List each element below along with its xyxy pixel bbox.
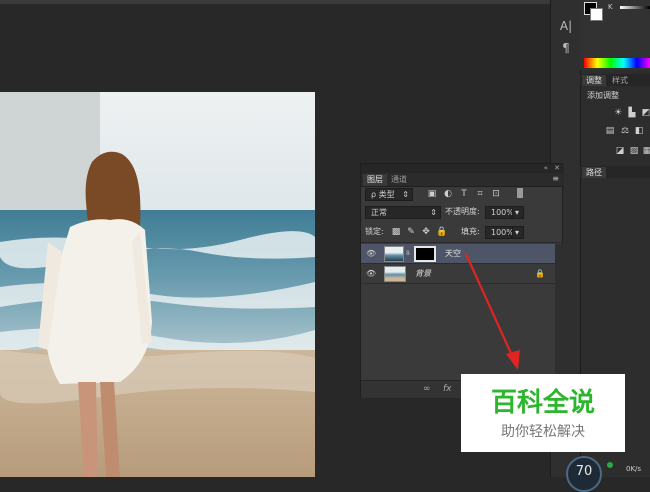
- speed-readout: 0K/s: [626, 465, 642, 473]
- type-icon[interactable]: A|: [558, 18, 574, 34]
- chevron-down-icon: ⇕: [430, 208, 437, 217]
- bw-icon[interactable]: ◧: [633, 126, 645, 136]
- curves-icon[interactable]: ◩: [640, 108, 650, 118]
- lock-all-icon[interactable]: 🔒: [436, 227, 447, 237]
- channel-letter: K: [608, 3, 613, 11]
- filter-kind-label: ρ 类型: [371, 190, 395, 199]
- adjustments-title: 添加调整: [587, 91, 619, 100]
- posterize-icon[interactable]: ▨: [628, 146, 640, 156]
- chevron-down-icon: ⇕: [402, 190, 409, 199]
- layers-tabbar: 图层 通道 ≡: [361, 173, 564, 187]
- vibrance-icon[interactable]: ▤: [604, 126, 616, 136]
- filter-kind-select[interactable]: ρ 类型 ⇕: [365, 188, 413, 201]
- k-slider[interactable]: [620, 6, 650, 9]
- blend-mode-value: 正常: [371, 208, 387, 217]
- smart-filter-icon[interactable]: ⊡: [491, 189, 501, 199]
- watermark-title: 百科全说: [490, 388, 595, 418]
- layer-mask-thumbnail[interactable]: [414, 246, 436, 262]
- panel-menu-icon[interactable]: ≡: [552, 174, 559, 183]
- text-filter-icon[interactable]: T: [459, 189, 469, 199]
- fill-dropdown[interactable]: ▾: [512, 226, 524, 239]
- opacity-label: 不透明度:: [445, 207, 480, 216]
- threshold-icon[interactable]: ▦: [641, 146, 650, 156]
- tab-paths[interactable]: 路径: [582, 167, 606, 178]
- fill-label: 填充:: [461, 227, 480, 236]
- lock-paint-icon[interactable]: ✎: [406, 227, 416, 237]
- adjust-filter-icon[interactable]: ◐: [443, 189, 453, 199]
- paths-tabbar: 路径: [580, 166, 650, 178]
- divider: [361, 242, 564, 243]
- lock-move-icon[interactable]: ✥: [421, 227, 431, 237]
- fill-input[interactable]: 100%: [485, 226, 514, 239]
- color-spectrum-bar[interactable]: [584, 58, 650, 68]
- paragraph-icon[interactable]: ¶: [558, 40, 574, 56]
- tab-styles[interactable]: 样式: [608, 75, 632, 86]
- tab-layers[interactable]: 图层: [363, 174, 387, 186]
- invert-icon[interactable]: ◪: [614, 146, 626, 156]
- eye-icon[interactable]: 👁: [366, 249, 376, 259]
- tab-channels[interactable]: 通道: [387, 174, 411, 186]
- layer-thumbnail: [384, 266, 406, 282]
- opacity-input[interactable]: 100%: [485, 206, 514, 219]
- layer-name-sky[interactable]: 天空: [445, 247, 461, 261]
- eye-icon[interactable]: 👁: [366, 269, 376, 279]
- lock-icon: 🔒: [535, 269, 545, 278]
- balance-icon[interactable]: ⚖: [619, 126, 631, 136]
- annotation-arrow: [464, 253, 520, 370]
- image-filter-icon[interactable]: ▣: [427, 189, 437, 199]
- shape-filter-icon[interactable]: ⌗: [475, 189, 485, 199]
- opacity-dropdown[interactable]: ▾: [512, 206, 524, 219]
- lock-label: 锁定:: [365, 227, 384, 236]
- watermark-subtitle: 助你轻松解决: [501, 424, 585, 440]
- fx-icon[interactable]: fx: [443, 384, 452, 394]
- beach-photo: [0, 92, 315, 477]
- blend-mode-select[interactable]: 正常 ⇕: [365, 206, 441, 219]
- watermark-badge: 百科全说 助你轻松解决: [461, 374, 625, 452]
- link-icon[interactable]: ∞: [423, 384, 431, 394]
- lock-pixels-icon[interactable]: ▩: [391, 227, 401, 237]
- toggle-filter-icon[interactable]: [517, 188, 523, 198]
- adjustments-tabbar: 调整 样式: [580, 74, 650, 86]
- collapse-icon[interactable]: «: [544, 164, 548, 172]
- tab-adjustments[interactable]: 调整: [582, 75, 606, 86]
- link-chain-icon[interactable]: 8: [406, 250, 410, 257]
- layer-name-background[interactable]: 背景: [415, 267, 431, 281]
- layer-thumbnail: [384, 246, 404, 262]
- document-canvas[interactable]: [0, 92, 315, 477]
- options-bar-edge: [0, 0, 550, 4]
- status-dot: [607, 462, 613, 468]
- performance-dial: 70: [566, 456, 602, 492]
- levels-icon[interactable]: ▙: [626, 108, 638, 118]
- background-color-swatch[interactable]: [590, 8, 603, 21]
- close-icon[interactable]: ✕: [554, 164, 560, 172]
- brightness-icon[interactable]: ☀: [612, 108, 624, 118]
- layers-scrollbar[interactable]: [555, 244, 563, 379]
